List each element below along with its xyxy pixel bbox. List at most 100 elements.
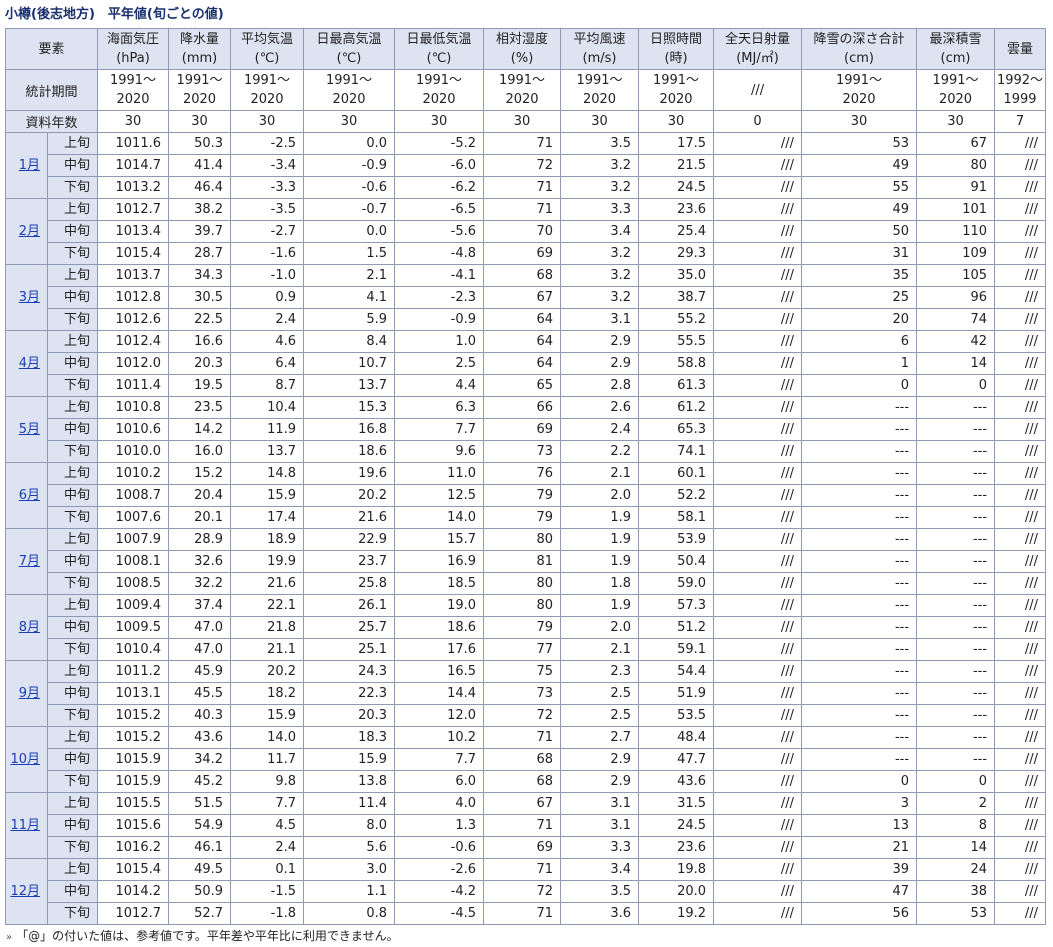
- table-row: 下旬 1015.9 45.2 9.8 13.8 6.0 68 2.9 43.6///0 0///: [6, 770, 1047, 793]
- month-cell: 3月: [5, 264, 48, 331]
- data-cell: 2.4: [560, 418, 640, 441]
- month-link[interactable]: 9月: [19, 686, 40, 701]
- data-cell: 2.4: [230, 836, 305, 859]
- data-cell: ///: [994, 374, 1047, 397]
- period-end: 2020: [505, 92, 539, 107]
- data-cell: ///: [994, 880, 1047, 903]
- data-cell: ---: [801, 638, 918, 661]
- table-row: 中旬 1015.9 34.2 11.7 15.9 7.7 68 2.9 47.7///--- --…: [6, 748, 1047, 771]
- data-cell: 19.2: [638, 902, 715, 925]
- data-cell: 110: [916, 220, 996, 243]
- dekad-label: 中旬: [46, 682, 99, 705]
- data-cell: ///: [994, 594, 1047, 617]
- dekad-label: 下旬: [46, 176, 99, 199]
- data-cell: 1008.7: [97, 484, 170, 507]
- month-link[interactable]: 5月: [19, 422, 40, 437]
- data-cell: 14.2: [168, 418, 232, 441]
- month-link[interactable]: 6月: [19, 488, 40, 503]
- month-link[interactable]: 11月: [10, 818, 40, 833]
- data-cell: 3.6: [560, 902, 640, 925]
- data-cell: 6.0: [394, 770, 485, 793]
- data-cell: -1.6: [230, 242, 305, 265]
- data-cell: ---: [801, 682, 918, 705]
- table-row: 9月 上旬 1011.2 45.9 20.2 24.3 16.5 75 2.3 54.4///--…: [5, 660, 1047, 727]
- data-cell: 10.7: [303, 352, 396, 375]
- column-header: 平均気温 (℃): [230, 28, 305, 70]
- column-name: 雲量: [1007, 41, 1034, 57]
- data-cell: 79: [483, 616, 562, 639]
- data-cell: ///: [713, 374, 803, 397]
- table-row: 下旬 1010.0 16.0 13.7 18.6 9.6 73 2.2 74.1///--- --…: [6, 440, 1047, 463]
- month-link[interactable]: 10月: [10, 752, 40, 767]
- table-row: 下旬 1010.4 47.0 21.1 25.1 17.6 77 2.1 59.1///--- -…: [6, 638, 1047, 661]
- period-cell: 1991～ 2020: [801, 69, 918, 111]
- data-cell: 0: [916, 374, 996, 397]
- column-name: 日最高気温: [316, 32, 382, 47]
- data-cell: 15.9: [230, 484, 305, 507]
- data-cell: -0.9: [394, 308, 485, 331]
- data-cell: 1009.5: [97, 616, 170, 639]
- data-cell: 12.5: [394, 484, 485, 507]
- data-cell: -5.2: [394, 132, 485, 155]
- data-cell: ///: [713, 792, 803, 815]
- data-cell: 17.5: [638, 132, 715, 155]
- data-cell: 11.9: [230, 418, 305, 441]
- data-cell: 80: [483, 594, 562, 617]
- table-row: 11月 上旬 1015.5 51.5 7.7 11.4 4.0 67 3.1 31.5///3 2/…: [5, 792, 1047, 859]
- column-header: 海面気圧 (hPa): [97, 28, 170, 70]
- period-cell: 1992～ 1999: [994, 69, 1047, 111]
- data-cell: 13: [801, 814, 918, 837]
- data-cell: 35: [801, 264, 918, 287]
- data-cell: ///: [713, 264, 803, 287]
- data-cell: 55: [801, 176, 918, 199]
- data-cell: 22.5: [168, 308, 232, 331]
- month-link[interactable]: 2月: [19, 224, 40, 239]
- table-body: 統計期間 1991～ 2020 1991～ 2020 1991～ 2020 1991～ 202…: [4, 69, 1047, 925]
- data-cell: 74: [916, 308, 996, 331]
- data-cell: ///: [713, 176, 803, 199]
- month-link[interactable]: 8月: [19, 620, 40, 635]
- data-cell: 0.9: [230, 286, 305, 309]
- month-link[interactable]: 7月: [19, 554, 40, 569]
- data-cell: ---: [916, 726, 996, 749]
- data-cell: -0.9: [303, 154, 396, 177]
- data-cell: 1012.4: [97, 330, 170, 353]
- dekad-label: 下旬: [46, 902, 99, 925]
- data-cell: 21.1: [230, 638, 305, 661]
- data-cell: 16.8: [303, 418, 396, 441]
- month-link[interactable]: 12月: [10, 884, 40, 899]
- data-cell: 19.6: [303, 462, 396, 485]
- data-cell: ///: [994, 418, 1047, 441]
- data-cell: 53.5: [638, 704, 715, 727]
- month-link[interactable]: 4月: [19, 356, 40, 371]
- data-cell: 23.6: [638, 836, 715, 859]
- data-cell: 96: [916, 286, 996, 309]
- data-cell: 3.2: [560, 242, 640, 265]
- data-cell: 1013.2: [97, 176, 170, 199]
- data-cell: 1011.2: [97, 660, 170, 683]
- data-cell: 19.8: [638, 858, 715, 881]
- data-cell: ///: [713, 770, 803, 793]
- data-cell: 37.4: [168, 594, 232, 617]
- month-link[interactable]: 3月: [19, 290, 40, 305]
- column-unit: (℃): [426, 51, 452, 66]
- data-cell: 1012.7: [97, 902, 170, 925]
- data-cell: ///: [994, 176, 1047, 199]
- data-cell: 2.9: [560, 770, 640, 793]
- element-label: 要素: [4, 28, 99, 70]
- years-cell: 7: [994, 110, 1047, 133]
- data-cell: 11.0: [394, 462, 485, 485]
- data-cell: 76: [483, 462, 562, 485]
- dekad-label: 下旬: [46, 572, 99, 595]
- data-cell: 3.3: [560, 198, 640, 221]
- data-cell: 18.9: [230, 528, 305, 551]
- table-row: 2月 上旬 1012.7 38.2 -3.5 -0.7 -6.5 71 3.3 23.6///49…: [5, 198, 1047, 265]
- data-cell: 79: [483, 506, 562, 529]
- data-cell: 20.1: [168, 506, 232, 529]
- data-cell: 16.0: [168, 440, 232, 463]
- month-link[interactable]: 1月: [19, 158, 40, 173]
- table-row: 中旬 1015.6 54.9 4.5 8.0 1.3 71 3.1 24.5///13 8///: [6, 814, 1047, 837]
- table-row: 中旬 1010.6 14.2 11.9 16.8 7.7 69 2.4 65.3///--- --…: [6, 418, 1047, 441]
- column-name: 日照時間: [650, 32, 703, 47]
- data-cell: 59.1: [638, 638, 715, 661]
